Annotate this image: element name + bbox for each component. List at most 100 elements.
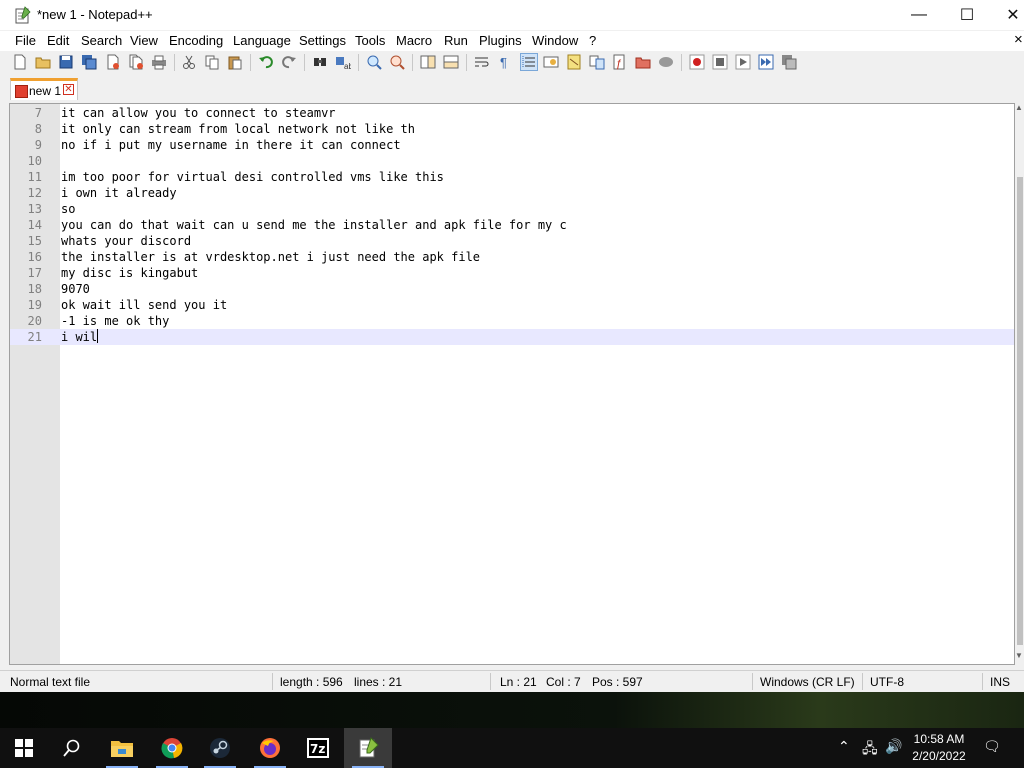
menu-help[interactable]: ?: [589, 33, 596, 48]
editor-line[interactable]: 8 it only can stream from local network n…: [10, 121, 1014, 137]
taskbar-notepadpp[interactable]: [344, 728, 392, 768]
folder-workspace-icon[interactable]: ƒ: [612, 54, 628, 70]
redo-icon[interactable]: [281, 54, 297, 70]
print-icon[interactable]: [151, 54, 167, 70]
editor-line[interactable]: 19 ok wait ill send you it: [10, 297, 1014, 313]
line-text[interactable]: it only can stream from local network no…: [61, 121, 415, 137]
paste-icon[interactable]: [227, 54, 243, 70]
zoom-in-icon[interactable]: [366, 54, 382, 70]
menu-settings[interactable]: Settings: [299, 33, 346, 48]
cut-icon[interactable]: [181, 54, 197, 70]
sync-vertical-icon[interactable]: [420, 54, 436, 70]
function-list-icon[interactable]: [589, 54, 605, 70]
sync-horizontal-icon[interactable]: [443, 54, 459, 70]
network-icon[interactable]: 🖧: [862, 738, 878, 762]
editor-line[interactable]: 9 no if i put my username in there it can…: [10, 137, 1014, 153]
replace-icon[interactable]: ab: [335, 54, 351, 70]
line-text[interactable]: the installer is at vrdesktop.net i just…: [61, 249, 480, 265]
record-macro-icon[interactable]: [689, 54, 705, 70]
system-clock[interactable]: 10:58 AM 2/20/2022: [906, 731, 972, 765]
status-insert-mode[interactable]: INS: [990, 675, 1010, 689]
line-text[interactable]: whats your discord: [61, 233, 191, 249]
menu-tools[interactable]: Tools: [355, 33, 385, 48]
text-editor[interactable]: 7 it can allow you to connect to steamvr 8…: [9, 103, 1015, 665]
line-text[interactable]: -1 is me ok thy: [61, 313, 169, 329]
line-text[interactable]: 9070: [61, 281, 90, 297]
line-text[interactable]: im too poor for virtual desi controlled …: [61, 169, 444, 185]
menu-view[interactable]: View: [130, 33, 158, 48]
editor-line[interactable]: 11 im too poor for virtual desi controlle…: [10, 169, 1014, 185]
menu-edit[interactable]: Edit: [47, 33, 69, 48]
copy-icon[interactable]: [204, 54, 220, 70]
tray-chevron-icon[interactable]: ⌃: [838, 738, 850, 755]
vertical-scrollbar[interactable]: ▲ ▼: [1015, 103, 1024, 665]
project-panel-icon[interactable]: [635, 54, 651, 70]
line-text[interactable]: you can do that wait can u send me the i…: [61, 217, 567, 233]
editor-line[interactable]: 12 i own it already: [10, 185, 1014, 201]
editor-line[interactable]: 16 the installer is at vrdesktop.net i ju…: [10, 249, 1014, 265]
status-encoding[interactable]: UTF-8: [870, 675, 904, 689]
editor-line[interactable]: 10: [10, 153, 1014, 169]
taskbar-file-explorer[interactable]: [98, 728, 146, 768]
maximize-button[interactable]: ☐: [944, 0, 990, 30]
menu-encoding[interactable]: Encoding: [169, 33, 223, 48]
close-button[interactable]: ✕: [990, 0, 1024, 30]
menu-window[interactable]: Window: [532, 33, 578, 48]
user-language-icon[interactable]: [543, 54, 559, 70]
notification-icon[interactable]: 🗨: [983, 738, 1001, 755]
zoom-out-icon[interactable]: [389, 54, 405, 70]
taskbar-firefox[interactable]: [246, 728, 294, 768]
editor-line[interactable]: 18 9070: [10, 281, 1014, 297]
monitoring-icon[interactable]: [658, 54, 674, 70]
start-button[interactable]: [0, 728, 48, 768]
close-icon[interactable]: [105, 54, 121, 70]
scroll-thumb[interactable]: [1017, 177, 1023, 645]
menu-macro[interactable]: Macro: [396, 33, 432, 48]
volume-icon[interactable]: 🔊: [885, 738, 902, 755]
indent-guide-icon[interactable]: [520, 53, 538, 71]
save-icon[interactable]: [58, 54, 74, 70]
editor-line[interactable]: 14 you can do that wait can u send me the…: [10, 217, 1014, 233]
menu-language[interactable]: Language: [233, 33, 291, 48]
taskbar-7zip[interactable]: 7z: [294, 728, 342, 768]
line-text[interactable]: no if i put my username in there it can …: [61, 137, 401, 153]
menu-file[interactable]: File: [15, 33, 36, 48]
play-multiple-icon[interactable]: [758, 54, 774, 70]
tab-close-icon[interactable]: ✕: [63, 84, 74, 95]
taskbar-chrome[interactable]: [148, 728, 196, 768]
line-text[interactable]: it can allow you to connect to steamvr: [61, 105, 336, 121]
editor-line[interactable]: 13 so: [10, 201, 1014, 217]
line-text[interactable]: ok wait ill send you it: [61, 297, 227, 313]
scroll-down-icon[interactable]: ▼: [1015, 651, 1023, 660]
line-text[interactable]: so: [61, 201, 75, 217]
close-all-icon[interactable]: [128, 54, 144, 70]
taskbar-steam[interactable]: [196, 728, 244, 768]
editor-line[interactable]: 7 it can allow you to connect to steamvr: [10, 105, 1014, 121]
scroll-up-icon[interactable]: ▲: [1015, 103, 1023, 112]
new-file-icon[interactable]: [12, 54, 28, 70]
status-eol[interactable]: Windows (CR LF): [760, 675, 855, 689]
tab-new-1[interactable]: new 1 ✕: [10, 78, 78, 100]
undo-icon[interactable]: [258, 54, 274, 70]
show-all-chars-icon[interactable]: ¶: [497, 54, 513, 70]
open-file-icon[interactable]: [35, 54, 51, 70]
document-map-icon[interactable]: [566, 54, 582, 70]
word-wrap-icon[interactable]: [474, 54, 490, 70]
save-all-icon[interactable]: [81, 54, 97, 70]
line-text[interactable]: my disc is kingabut: [61, 265, 198, 281]
search-button[interactable]: [48, 728, 96, 768]
line-text[interactable]: i wil: [61, 329, 99, 345]
editor-line[interactable]: 17 my disc is kingabut: [10, 265, 1014, 281]
close-document-icon[interactable]: ×: [1014, 31, 1023, 48]
menu-search[interactable]: Search: [81, 33, 122, 48]
editor-line[interactable]: 21 i wil: [10, 329, 1014, 345]
editor-line[interactable]: 20 -1 is me ok thy: [10, 313, 1014, 329]
menu-plugins[interactable]: Plugins: [479, 33, 522, 48]
editor-line[interactable]: 15 whats your discord: [10, 233, 1014, 249]
line-text[interactable]: i own it already: [61, 185, 177, 201]
minimize-button[interactable]: —: [896, 0, 942, 30]
stop-macro-icon[interactable]: [712, 54, 728, 70]
title-bar[interactable]: *new 1 - Notepad++ — ☐ ✕: [0, 0, 1024, 30]
menu-run[interactable]: Run: [444, 33, 468, 48]
find-icon[interactable]: [312, 54, 328, 70]
